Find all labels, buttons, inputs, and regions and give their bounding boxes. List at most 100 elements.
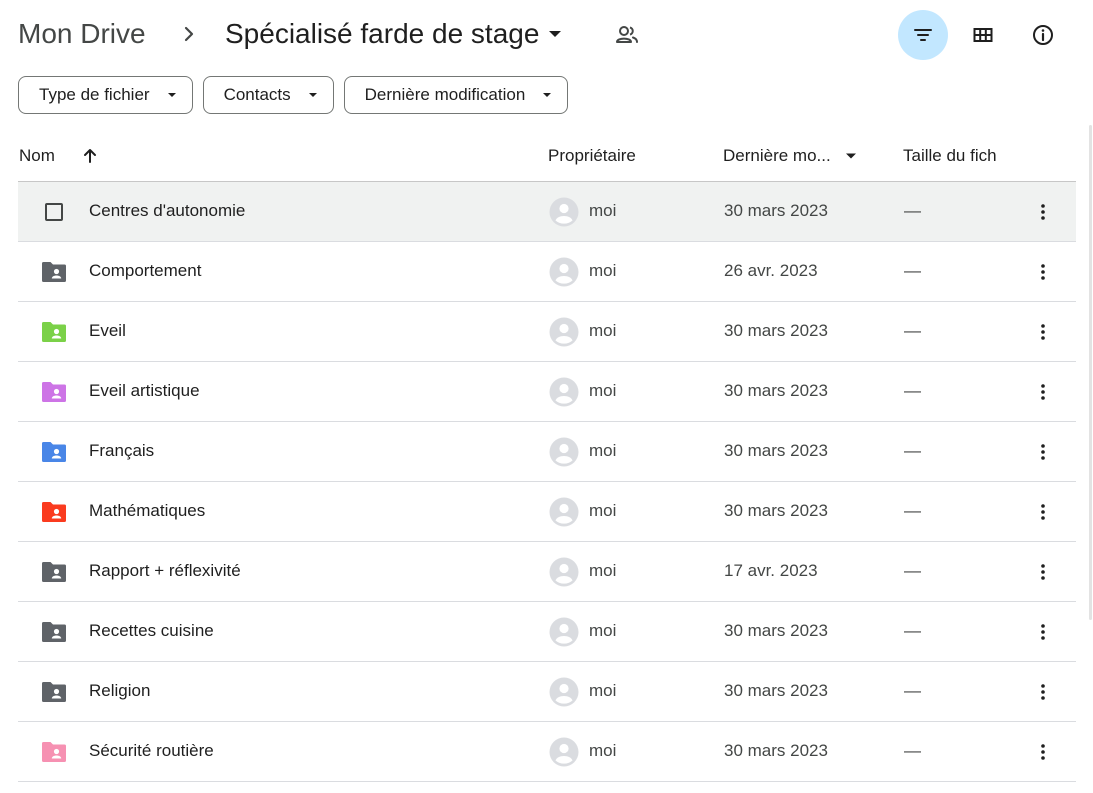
more-actions-button[interactable] [1029, 198, 1057, 226]
file-row-4[interactable]: Eveil artistique moi 30 mars 2023 — [18, 362, 1076, 422]
column-name-label: Nom [19, 146, 55, 165]
scrollbar[interactable] [1089, 125, 1092, 620]
column-header-name[interactable]: Nom [19, 146, 99, 166]
file-row-2[interactable]: Comportement moi 26 avr. 2023 — [18, 242, 1076, 302]
file-modified: 30 mars 2023 [724, 201, 828, 220]
filter-chip-type[interactable]: Type de fichier [18, 76, 193, 114]
file-size: — [904, 621, 921, 640]
file-modified: 30 mars 2023 [724, 441, 828, 460]
filter-chip-label: Contacts [223, 85, 291, 104]
user-avatar-icon [549, 377, 579, 407]
details-button[interactable] [1018, 10, 1068, 60]
file-row-5[interactable]: Français moi 30 mars 2023 — [18, 422, 1076, 482]
more-vert-icon [1041, 384, 1045, 400]
more-actions-button[interactable] [1029, 318, 1057, 346]
breadcrumb-current-folder[interactable]: Spécialisé farde de stage [225, 15, 565, 53]
file-size: — [904, 201, 921, 220]
user-avatar-icon [549, 497, 579, 527]
filter-chip-contacts[interactable]: Contacts [202, 76, 334, 114]
filter-chip-label: Type de fichier [39, 85, 150, 104]
file-row-9[interactable]: Religion moi 30 mars 2023 — [18, 662, 1076, 722]
user-avatar-icon [549, 317, 579, 347]
file-name: Eveil [89, 321, 126, 340]
shared-folder-icon [40, 261, 68, 283]
file-name: Centres d'autonomie [89, 201, 246, 220]
file-row-7[interactable]: Rapport + réflexivité moi 17 avr. 2023 — [18, 542, 1076, 602]
more-actions-button[interactable] [1029, 438, 1057, 466]
filter-button[interactable] [898, 10, 948, 60]
user-avatar-icon [549, 197, 579, 227]
more-vert-icon [1041, 444, 1045, 460]
file-name: Recettes cuisine [89, 621, 214, 640]
more-vert-icon [1041, 564, 1045, 580]
file-size: — [904, 441, 921, 460]
more-actions-button[interactable] [1029, 738, 1057, 766]
drive-page: Mon Drive Spécialisé farde de stage Type… [0, 0, 1093, 793]
caret-down-icon [543, 93, 552, 97]
file-size: — [904, 381, 921, 400]
breadcrumb-root[interactable]: Mon Drive [18, 15, 146, 53]
user-avatar-icon [549, 557, 579, 587]
file-row-1[interactable]: Centres d'autonomie moi 30 mars 2023 — [18, 182, 1076, 242]
file-size: — [904, 681, 921, 700]
file-size: — [904, 261, 921, 280]
caret-down-icon [845, 153, 856, 159]
more-actions-button[interactable] [1029, 558, 1057, 586]
file-modified: 17 avr. 2023 [724, 561, 818, 580]
caret-down-icon [549, 31, 562, 37]
file-owner: moi [589, 441, 617, 460]
filter-chip-modified[interactable]: Dernière modification [343, 76, 569, 114]
more-actions-button[interactable] [1029, 378, 1057, 406]
people-icon[interactable] [614, 22, 640, 48]
more-vert-icon [1041, 264, 1045, 280]
column-header-owner[interactable]: Propriétaire [548, 146, 636, 166]
file-owner: moi [589, 201, 617, 220]
file-table-header: Nom Propriétaire Dernière mo... Taille d… [18, 132, 1076, 182]
shared-folder-icon [40, 441, 68, 463]
shared-folder-icon [40, 501, 68, 523]
file-size: — [904, 321, 921, 340]
file-modified: 30 mars 2023 [724, 381, 828, 400]
more-actions-button[interactable] [1029, 258, 1057, 286]
column-header-size[interactable]: Taille du fich [903, 146, 997, 166]
file-modified: 30 mars 2023 [724, 681, 828, 700]
file-row-6[interactable]: Mathématiques moi 30 mars 2023 — [18, 482, 1076, 542]
more-actions-button[interactable] [1029, 678, 1057, 706]
chevron-right-icon [180, 20, 200, 48]
info-icon [1033, 25, 1053, 45]
file-size: — [904, 501, 921, 520]
file-owner: moi [589, 741, 617, 760]
arrow-up-icon[interactable] [81, 147, 99, 165]
file-list: Centres d'autonomie moi 30 mars 2023 — C… [18, 182, 1076, 782]
shared-folder-icon [40, 561, 68, 583]
caret-down-icon [167, 93, 176, 97]
select-checkbox[interactable] [45, 203, 63, 221]
file-modified: 30 mars 2023 [724, 741, 828, 760]
file-name: Mathématiques [89, 501, 206, 520]
file-modified: 30 mars 2023 [724, 621, 828, 640]
file-row-8[interactable]: Recettes cuisine moi 30 mars 2023 — [18, 602, 1076, 662]
filter-icon [914, 29, 932, 41]
filter-chip-label: Dernière modification [364, 85, 526, 104]
more-actions-button[interactable] [1029, 618, 1057, 646]
shared-folder-icon [40, 741, 68, 763]
file-modified: 26 avr. 2023 [724, 261, 818, 280]
more-actions-button[interactable] [1029, 498, 1057, 526]
user-avatar-icon [549, 617, 579, 647]
file-row-10[interactable]: Sécurité routière moi 30 mars 2023 — [18, 722, 1076, 782]
file-owner: moi [589, 261, 617, 280]
file-owner: moi [589, 321, 617, 340]
file-owner: moi [589, 561, 617, 580]
file-owner: moi [589, 621, 617, 640]
user-avatar-icon [549, 737, 579, 767]
file-name: Eveil artistique [89, 381, 200, 400]
grid-view-button[interactable] [958, 10, 1008, 60]
file-owner: moi [589, 681, 617, 700]
more-vert-icon [1041, 204, 1045, 220]
column-header-modified[interactable]: Dernière mo... [723, 146, 857, 166]
grid-icon [973, 28, 993, 42]
shared-folder-icon [40, 321, 68, 343]
file-row-3[interactable]: Eveil moi 30 mars 2023 — [18, 302, 1076, 362]
file-name: Rapport + réflexivité [89, 561, 241, 580]
user-avatar-icon [549, 437, 579, 467]
